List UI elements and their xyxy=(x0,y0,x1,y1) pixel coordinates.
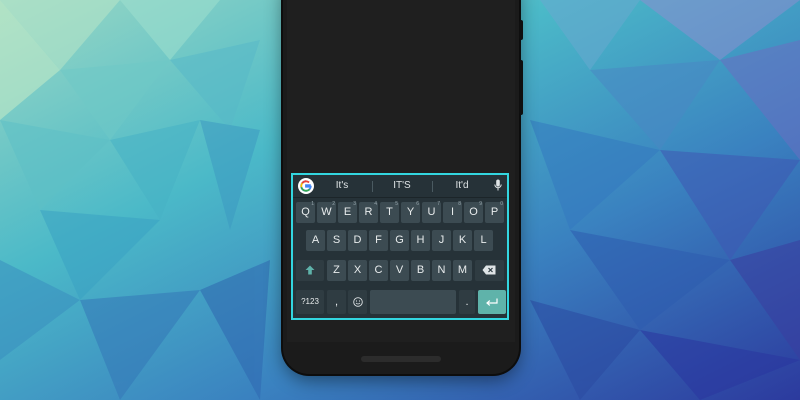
key-q[interactable]: Q1 xyxy=(296,201,315,223)
enter-key[interactable] xyxy=(478,290,506,314)
key-t[interactable]: T5 xyxy=(380,201,399,223)
key-r[interactable]: R4 xyxy=(359,201,378,223)
key-s[interactable]: S xyxy=(327,230,346,251)
key-z[interactable]: Z xyxy=(327,260,346,281)
suggestion-divider xyxy=(432,181,433,192)
key-a[interactable]: A xyxy=(306,230,325,251)
emoji-icon xyxy=(352,297,363,307)
key-m[interactable]: M xyxy=(453,260,472,281)
suggestion-item[interactable]: It'd xyxy=(437,180,487,191)
period-key[interactable]: . xyxy=(459,290,475,314)
power-button xyxy=(519,20,523,40)
enter-icon xyxy=(486,298,498,306)
key-g[interactable]: G xyxy=(390,230,409,251)
key-p[interactable]: P0 xyxy=(485,201,504,223)
suggestion-item[interactable]: It's xyxy=(317,180,367,191)
suggestion-item[interactable]: IT'S xyxy=(377,180,427,191)
phone-speaker xyxy=(361,356,441,362)
comma-key[interactable]: , xyxy=(327,290,346,314)
key-y[interactable]: Y6 xyxy=(401,201,420,223)
key-i[interactable]: I8 xyxy=(443,201,462,223)
key-j[interactable]: J xyxy=(432,230,451,251)
volume-button xyxy=(519,60,523,115)
emoji-key[interactable] xyxy=(348,290,367,314)
key-c[interactable]: C xyxy=(369,260,388,281)
suggestion-divider xyxy=(372,181,373,192)
suggestion-strip: It's IT'S It'd xyxy=(293,175,507,198)
key-k[interactable]: K xyxy=(453,230,472,251)
key-u[interactable]: U7 xyxy=(422,201,441,223)
key-d[interactable]: D xyxy=(348,230,367,251)
key-o[interactable]: O9 xyxy=(464,201,483,223)
google-icon[interactable] xyxy=(298,178,314,194)
key-w[interactable]: W2 xyxy=(317,201,336,223)
mic-icon[interactable] xyxy=(494,179,502,197)
key-b[interactable]: B xyxy=(411,260,430,281)
shift-key[interactable] xyxy=(296,260,324,281)
key-l[interactable]: L xyxy=(474,230,493,251)
symbols-key[interactable]: ?123 xyxy=(296,290,324,314)
key-n[interactable]: N xyxy=(432,260,451,281)
space-key[interactable] xyxy=(370,290,456,314)
key-v[interactable]: V xyxy=(390,260,409,281)
keyboard-panel: It's IT'S It'd Q1 W2 E3 R4 T5 Y6 U7 I8 O… xyxy=(291,173,509,320)
key-e[interactable]: E3 xyxy=(338,201,357,223)
backspace-icon xyxy=(482,265,496,275)
key-f[interactable]: F xyxy=(369,230,388,251)
backspace-key[interactable] xyxy=(475,260,504,281)
key-x[interactable]: X xyxy=(348,260,367,281)
key-h[interactable]: H xyxy=(411,230,430,251)
shift-icon xyxy=(305,265,315,275)
